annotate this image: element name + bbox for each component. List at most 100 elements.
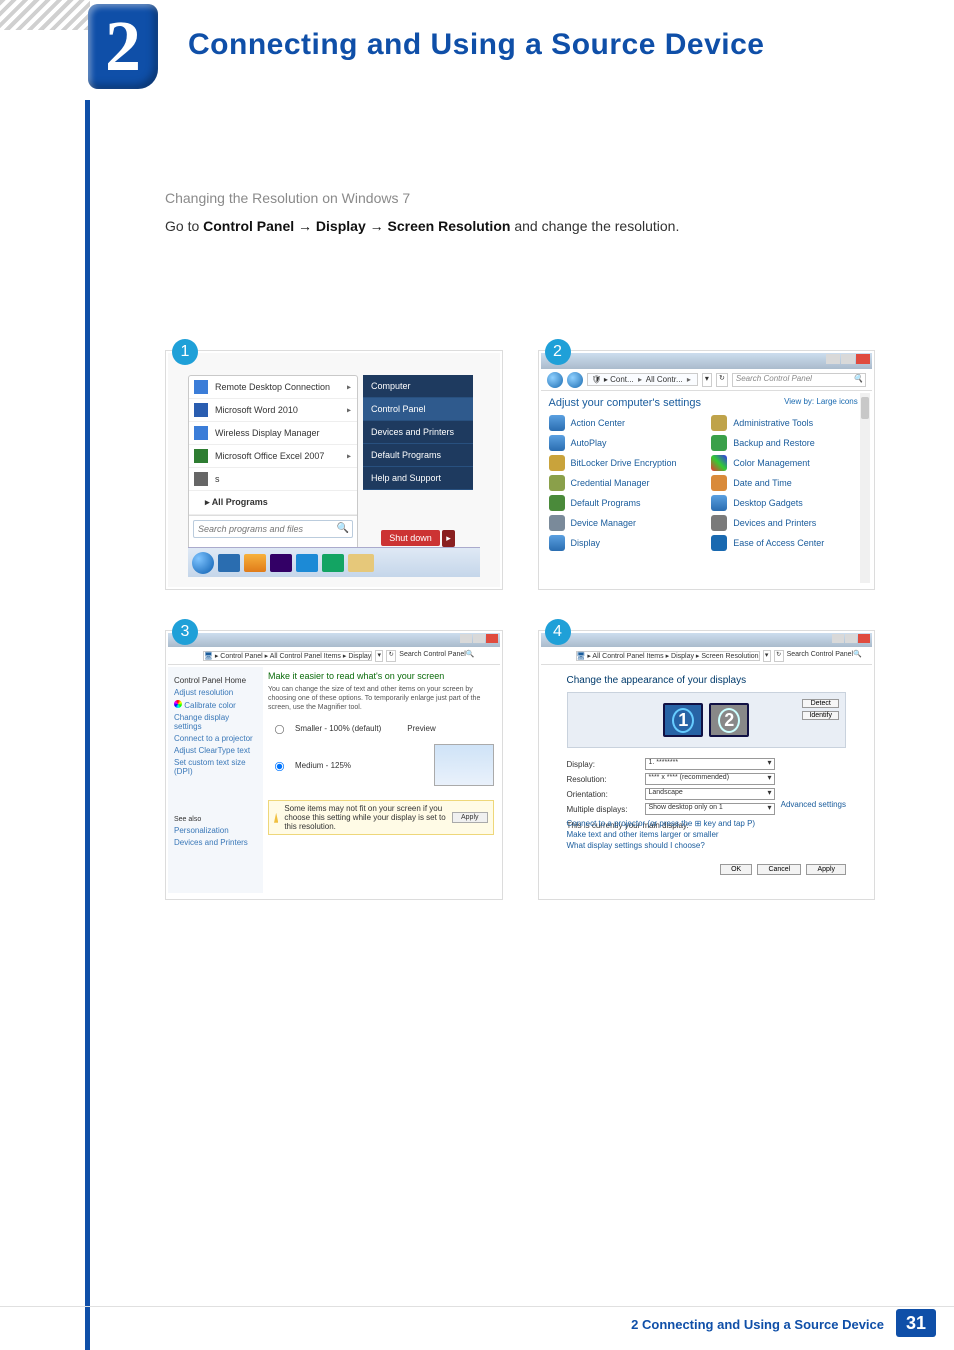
start-right-computer[interactable]: Computer — [363, 375, 473, 398]
search-input[interactable]: Search Control Panel🔍 — [787, 650, 862, 662]
cp-item-backup[interactable]: Backup and Restore — [711, 435, 864, 451]
start-item-sticky[interactable]: s — [189, 468, 357, 491]
size-option-125[interactable]: Medium - 125% — [268, 744, 494, 786]
start-orb-icon[interactable] — [192, 552, 214, 574]
start-item-rdc[interactable]: Remote Desktop Connection▸ — [189, 376, 357, 399]
taskbar-item[interactable] — [244, 554, 266, 572]
dropdown-icon[interactable]: ▾ — [763, 650, 771, 662]
taskbar-item[interactable] — [348, 554, 374, 572]
search-input[interactable]: Search Control Panel🔍 — [732, 373, 866, 387]
cp-item-default-programs[interactable]: Default Programs — [549, 495, 702, 511]
nav-fwd-icon[interactable] — [567, 372, 583, 388]
taskbar-item[interactable] — [218, 554, 240, 572]
display-label: Display: — [567, 760, 637, 769]
resolution-select[interactable]: **** x **** (recommended) — [645, 773, 775, 785]
taskbar-item[interactable] — [270, 554, 292, 572]
nav-back-icon[interactable] — [546, 650, 558, 662]
link-projector[interactable]: Connect to a projector (or press the ⊞ k… — [567, 819, 847, 828]
cp-item-ease-of-access[interactable]: Ease of Access Center — [711, 535, 864, 551]
taskbar-item[interactable] — [322, 554, 344, 572]
close-icon[interactable] — [858, 634, 870, 643]
orientation-select[interactable]: Landscape — [645, 788, 775, 800]
shutdown-button[interactable]: Shut down ▸ — [363, 530, 473, 547]
view-by[interactable]: View by: Large icons ▾ — [784, 397, 864, 409]
cp-item-admin-tools[interactable]: Administrative Tools — [711, 415, 864, 431]
monitor-2[interactable]: 2 — [709, 703, 749, 737]
nav-home[interactable]: Control Panel Home — [174, 676, 257, 685]
refresh-icon[interactable]: ↻ — [774, 650, 784, 662]
minimize-icon[interactable] — [826, 354, 840, 364]
maximize-icon[interactable] — [841, 354, 855, 364]
radio-100[interactable] — [275, 725, 284, 734]
body-text: Changing the Resolution on Windows 7 Go … — [165, 190, 865, 240]
breadcrumb[interactable]: 🖥 ▸ Control Panel ▸ All Control Panel It… — [203, 651, 372, 661]
detect-button[interactable]: Detect — [802, 699, 839, 708]
maximize-icon[interactable] — [845, 634, 857, 643]
scrollbar[interactable] — [860, 393, 870, 583]
nav-personalization[interactable]: Personalization — [174, 826, 257, 835]
dropdown-icon[interactable]: ▾ — [702, 373, 712, 387]
identify-button[interactable]: Identify — [802, 711, 839, 720]
nav-adjust-res[interactable]: Adjust resolution — [174, 688, 257, 697]
start-item-wdm[interactable]: Wireless Display Manager — [189, 422, 357, 445]
address-bar: 🖥 ▸ Control Panel ▸ All Control Panel It… — [168, 647, 500, 665]
cp-item-date-time[interactable]: Date and Time — [711, 475, 864, 491]
nav-projector[interactable]: Connect to a projector — [174, 734, 257, 743]
nav-fwd-icon[interactable] — [188, 650, 200, 662]
close-icon[interactable] — [486, 634, 498, 643]
start-all-programs[interactable]: ▸ All Programs — [189, 491, 357, 515]
ok-button[interactable]: OK — [720, 864, 752, 875]
nav-devices-printers[interactable]: Devices and Printers — [174, 838, 257, 847]
link-what-settings[interactable]: What display settings should I choose? — [567, 841, 847, 850]
cp-item-autoplay[interactable]: AutoPlay — [549, 435, 702, 451]
nav-calibrate[interactable]: Calibrate color — [174, 700, 257, 710]
nav-cleartype[interactable]: Adjust ClearType text — [174, 746, 257, 755]
breadcrumb[interactable]: 🖥 ▸ All Control Panel Items ▸ Display ▸ … — [576, 651, 760, 661]
window-titlebar — [541, 353, 873, 369]
apply-button[interactable]: Apply — [806, 864, 846, 875]
size-option-100[interactable]: Smaller - 100% (default) Preview — [268, 720, 494, 736]
nav-back-icon[interactable] — [547, 372, 563, 388]
cp-item-bitlocker[interactable]: BitLocker Drive Encryption — [549, 455, 702, 471]
cp-item-gadgets[interactable]: Desktop Gadgets — [711, 495, 864, 511]
nav-custom-dpi[interactable]: Set custom text size (DPI) — [174, 758, 257, 776]
dropdown-icon[interactable]: ▾ — [375, 650, 383, 662]
start-right-control-panel[interactable]: Control Panel — [363, 398, 473, 421]
start-right-devices-printers[interactable]: Devices and Printers — [363, 421, 473, 444]
minimize-icon[interactable] — [460, 634, 472, 643]
close-icon[interactable] — [856, 354, 870, 364]
scrollbar-thumb[interactable] — [861, 397, 869, 419]
cancel-button[interactable]: Cancel — [757, 864, 801, 875]
page-number: 31 — [896, 1309, 936, 1337]
minimize-icon[interactable] — [832, 634, 844, 643]
cp-item-color[interactable]: Color Management — [711, 455, 864, 471]
search-icon: 🔍 — [466, 651, 475, 658]
instruction-line: Go to Control Panel → Display → Screen R… — [165, 218, 865, 234]
taskbar-item[interactable] — [296, 554, 318, 572]
start-search-input[interactable] — [193, 520, 353, 538]
refresh-icon[interactable]: ↻ — [386, 650, 396, 662]
multiple-select[interactable]: Show desktop only on 1 — [645, 803, 775, 815]
display-select[interactable]: 1. ******** — [645, 758, 775, 770]
cp-item-display[interactable]: Display — [549, 535, 702, 551]
cp-item-credential[interactable]: Credential Manager — [549, 475, 702, 491]
apply-button[interactable]: Apply — [452, 812, 488, 823]
cp-item-device-manager[interactable]: Device Manager — [549, 515, 702, 531]
nav-change-display[interactable]: Change display settings — [174, 713, 257, 731]
start-item-word[interactable]: Microsoft Word 2010▸ — [189, 399, 357, 422]
breadcrumb[interactable]: 🛡 ▸ Cont... ▸ All Contr... ▸ — [587, 373, 698, 386]
start-right-default-programs[interactable]: Default Programs — [363, 444, 473, 467]
link-larger-smaller[interactable]: Make text and other items larger or smal… — [567, 830, 847, 839]
nav-back-icon[interactable] — [173, 650, 185, 662]
radio-125[interactable] — [275, 762, 284, 771]
maximize-icon[interactable] — [473, 634, 485, 643]
cp-item-action-center[interactable]: Action Center — [549, 415, 702, 431]
start-right-help-support[interactable]: Help and Support — [363, 467, 473, 490]
nav-fwd-icon[interactable] — [561, 650, 573, 662]
cp-item-devices-printers[interactable]: Devices and Printers — [711, 515, 864, 531]
search-input[interactable]: Search Control Panel🔍 — [399, 650, 474, 662]
start-item-excel[interactable]: Microsoft Office Excel 2007▸ — [189, 445, 357, 468]
refresh-icon[interactable]: ↻ — [716, 373, 728, 387]
monitor-1[interactable]: 1 — [663, 703, 703, 737]
see-also-label: See also — [174, 816, 257, 823]
